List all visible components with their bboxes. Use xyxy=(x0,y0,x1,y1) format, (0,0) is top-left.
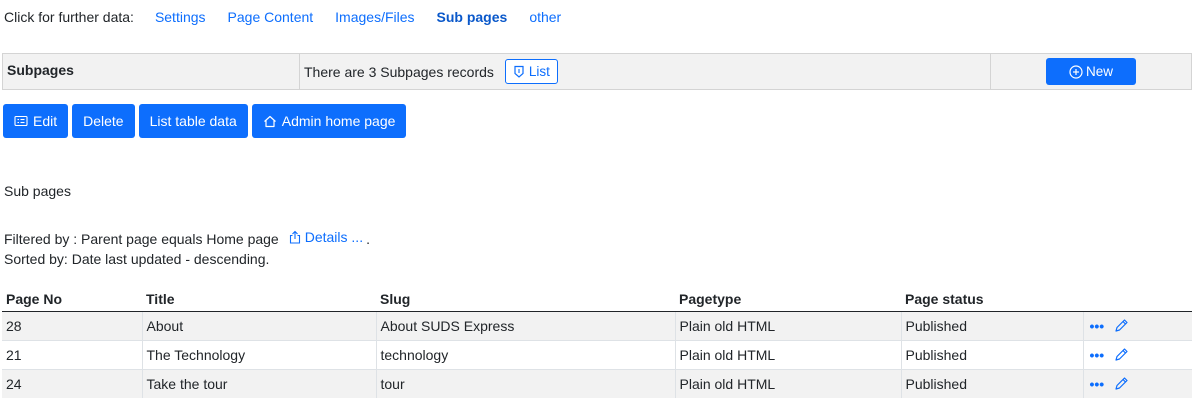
new-button[interactable]: New xyxy=(1046,58,1136,85)
delete-button-label: Delete xyxy=(83,113,124,129)
edit-button-label: Edit xyxy=(33,113,58,129)
further-data-nav: Click for further data: Settings Page Co… xyxy=(4,7,583,27)
table-row: 28 About About SUDS Express Plain old HT… xyxy=(2,310,1192,340)
subpages-title: Subpages xyxy=(3,54,300,89)
nav-link-images-files[interactable]: Images/Files xyxy=(335,9,414,25)
ellipsis-icon[interactable]: ••• xyxy=(1090,377,1105,391)
cell-slug: tour xyxy=(375,368,675,398)
nav-link-page-content[interactable]: Page Content xyxy=(228,9,314,25)
list-button[interactable]: List xyxy=(504,59,558,84)
edit-button[interactable]: Edit xyxy=(3,104,69,138)
details-link-label: Details ... xyxy=(304,229,364,245)
edit-card-icon xyxy=(14,115,28,127)
new-button-label: New xyxy=(1085,64,1113,79)
cell-pagetype: Plain old HTML xyxy=(674,339,901,369)
nav-link-other[interactable]: other xyxy=(529,9,561,25)
cell-title: Take the tour xyxy=(141,368,376,398)
cell-pagetype: Plain old HTML xyxy=(674,310,901,340)
column-header-title[interactable]: Title xyxy=(142,287,376,311)
column-header-page-status[interactable]: Page status xyxy=(901,287,1083,311)
cell-row-actions: ••• xyxy=(1082,310,1192,340)
cell-slug: About SUDS Express xyxy=(375,310,675,340)
subpages-header-bar: Subpages There are 3 Subpages records Li… xyxy=(2,53,1192,90)
cell-page-no: 21 xyxy=(2,339,142,369)
nav-link-sub-pages[interactable]: Sub pages xyxy=(437,9,508,25)
subpages-table: Page No Title Slug Pagetype Page status … xyxy=(2,287,1192,398)
admin-home-page-button[interactable]: Admin home page xyxy=(251,104,407,138)
table-row: 21 The Technology technology Plain old H… xyxy=(2,339,1192,369)
cell-row-actions: ••• xyxy=(1082,368,1192,398)
sorted-by-text: Sorted by: Date last updated - descendin… xyxy=(4,251,270,267)
cell-page-status: Published xyxy=(900,368,1083,398)
pencil-icon[interactable] xyxy=(1114,376,1129,391)
ellipsis-icon[interactable]: ••• xyxy=(1090,319,1105,333)
section-title: Sub pages xyxy=(4,183,71,199)
details-link[interactable]: Details ... xyxy=(289,229,363,245)
column-header-actions xyxy=(1083,287,1192,311)
column-header-pagetype[interactable]: Pagetype xyxy=(675,287,901,311)
delete-button[interactable]: Delete xyxy=(72,104,135,138)
cell-page-no: 24 xyxy=(2,368,142,398)
ellipsis-icon[interactable]: ••• xyxy=(1090,348,1105,362)
pencil-icon[interactable] xyxy=(1114,318,1129,333)
nav-lead-text: Click for further data: xyxy=(4,9,134,25)
action-buttons: Edit Delete List table data Admin home p… xyxy=(3,104,407,138)
filter-text: Filtered by : Parent page equals Home pa… xyxy=(4,231,279,247)
cell-slug: technology xyxy=(375,339,675,369)
cell-row-actions: ••• xyxy=(1082,339,1192,369)
cell-page-status: Published xyxy=(900,339,1083,369)
share-icon xyxy=(289,230,300,244)
list-table-data-button[interactable]: List table data xyxy=(138,104,248,138)
list-icon xyxy=(514,65,524,78)
filter-trailing: . xyxy=(366,231,370,247)
table-row: 24 Take the tour tour Plain old HTML Pub… xyxy=(2,368,1192,398)
cell-page-status: Published xyxy=(900,310,1083,340)
column-header-page-no[interactable]: Page No xyxy=(2,287,142,311)
cell-page-no: 28 xyxy=(2,310,142,340)
admin-home-page-label: Admin home page xyxy=(281,113,396,129)
nav-link-settings[interactable]: Settings xyxy=(155,9,206,25)
filter-line: Filtered by : Parent page equals Home pa… xyxy=(4,229,370,247)
list-table-data-label: List table data xyxy=(149,113,237,129)
pencil-icon[interactable] xyxy=(1114,347,1129,362)
cell-pagetype: Plain old HTML xyxy=(674,368,901,398)
new-button-cell: New xyxy=(991,54,1191,89)
list-button-label: List xyxy=(528,64,550,79)
plus-circle-icon xyxy=(1069,64,1083,79)
cell-title: The Technology xyxy=(141,339,376,369)
subpages-records-cell: There are 3 Subpages records List xyxy=(300,54,991,89)
home-icon xyxy=(263,115,276,127)
table-header-row: Page No Title Slug Pagetype Page status xyxy=(2,287,1192,311)
cell-title: About xyxy=(141,310,376,340)
records-count-text: There are 3 Subpages records xyxy=(304,63,494,80)
column-header-slug[interactable]: Slug xyxy=(376,287,675,311)
